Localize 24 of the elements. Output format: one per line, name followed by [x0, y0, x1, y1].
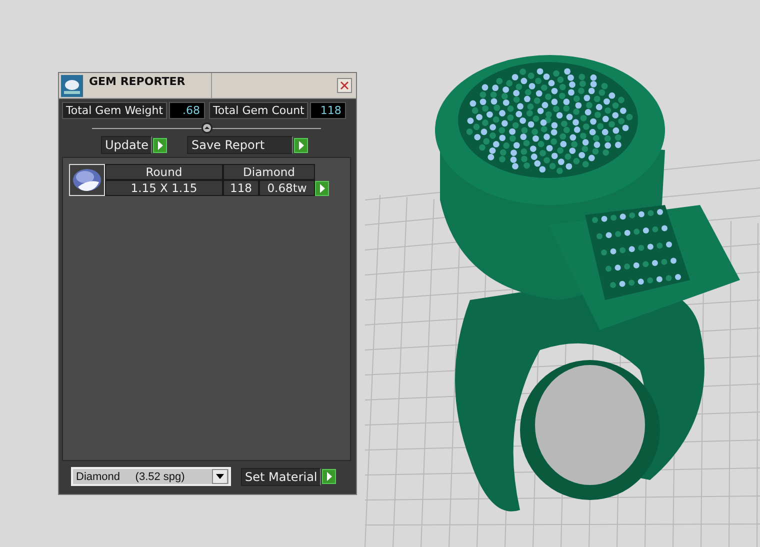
save-report-button[interactable]: Save Report	[187, 136, 294, 154]
gem-row[interactable]: Round Diamond 1.15 X 1.15 118 0.68tw	[69, 164, 344, 196]
play-icon[interactable]	[322, 469, 336, 484]
gem-material: Diamond	[223, 164, 315, 180]
gem-size: 1.15 X 1.15	[105, 180, 223, 196]
gem-icon	[61, 74, 83, 96]
window-title: GEM REPORTER	[89, 75, 186, 88]
play-icon[interactable]	[294, 138, 308, 152]
total-value: .68	[169, 102, 206, 119]
close-button[interactable]	[337, 78, 352, 93]
total-label: Total Gem Weight	[62, 102, 168, 119]
gem-thumbnail-icon	[72, 167, 102, 193]
play-icon[interactable]	[153, 138, 168, 152]
gem-shape: Round	[105, 164, 223, 180]
gem-count: 118	[223, 180, 259, 196]
total-value: 118	[310, 102, 346, 119]
total-label: Total Gem Count	[209, 102, 308, 119]
splitter-handle-icon[interactable]	[200, 122, 212, 134]
gem-weight: 0.68tw	[259, 180, 315, 196]
material-dropdown[interactable]: Diamond (3.52 spg)	[71, 467, 231, 486]
close-icon	[340, 81, 349, 90]
update-button[interactable]: Update	[101, 136, 152, 154]
set-material-button[interactable]: Set Material	[241, 468, 322, 486]
dropdown-arrow-icon	[216, 474, 224, 479]
